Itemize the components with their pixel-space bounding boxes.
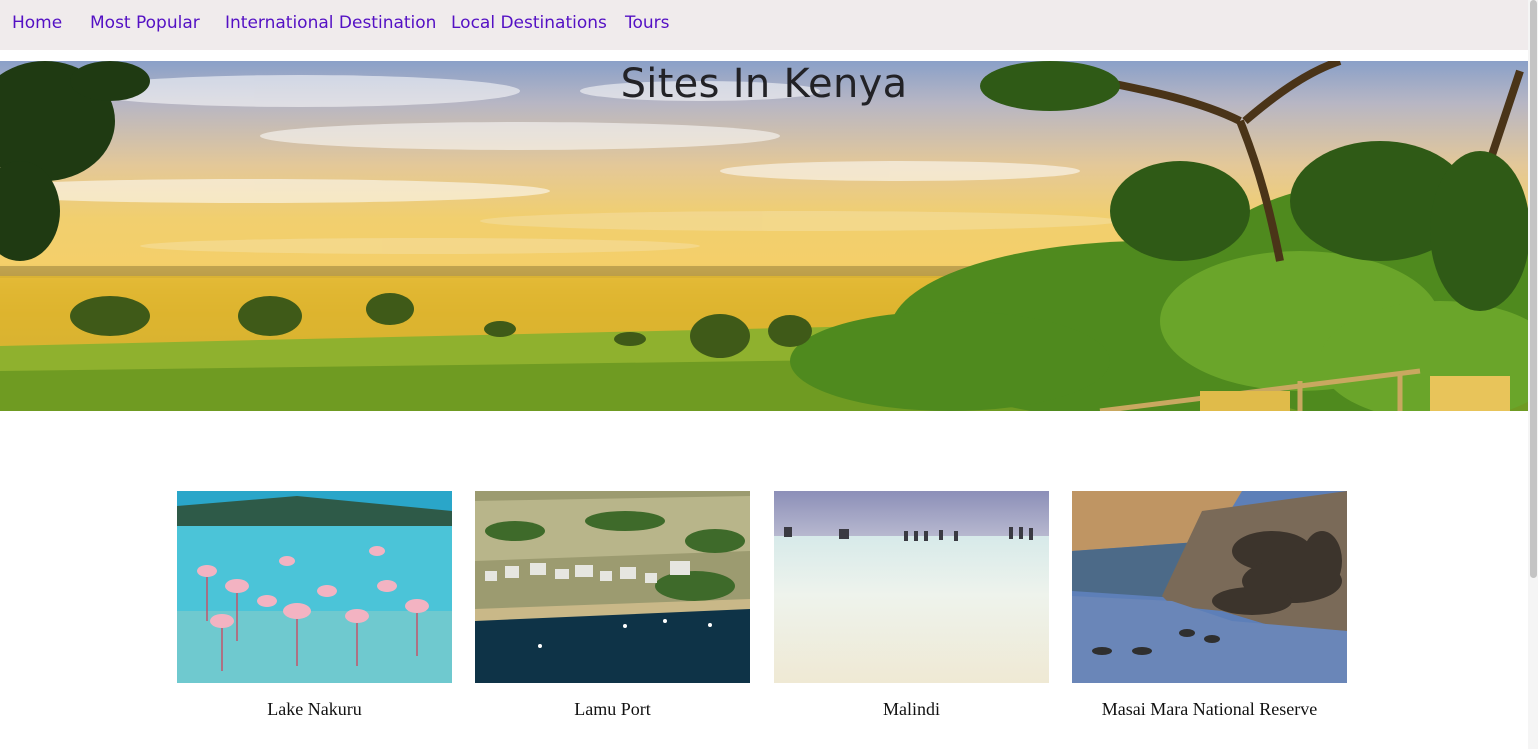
nav-local-destinations-link[interactable]: Local Destinations [451, 13, 607, 33]
nav-international-destination-link[interactable]: International Destination [225, 13, 436, 33]
top-navbar: Home Most Popular International Destinat… [0, 0, 1528, 50]
destination-card-masai-mara[interactable]: Masai Mara National Reserve [1072, 491, 1347, 720]
lake-nakuru-image[interactable] [177, 491, 452, 683]
destination-card-lamu-port[interactable]: Lamu Port [475, 491, 750, 720]
malindi-image[interactable] [774, 491, 1049, 683]
hero-title: Sites In Kenya [620, 61, 908, 107]
destination-card-lake-nakuru[interactable]: Lake Nakuru [177, 491, 452, 720]
masai-mara-image[interactable] [1072, 491, 1347, 683]
scrollbar-thumb[interactable] [1530, 0, 1537, 578]
lamu-port-image[interactable] [475, 491, 750, 683]
masai-mara-caption: Masai Mara National Reserve [1101, 699, 1318, 719]
nav-most-popular-link[interactable]: Most Popular [90, 13, 200, 33]
lamu-port-caption: Lamu Port [574, 699, 651, 719]
nav-home-link[interactable]: Home [12, 13, 62, 33]
hero-banner: Sites In Kenya [0, 61, 1528, 411]
nav-tours-link[interactable]: Tours [625, 13, 670, 33]
page-scrollbar[interactable] [1528, 0, 1538, 749]
savanna-landscape-image [0, 61, 1528, 411]
destination-card-malindi[interactable]: Malindi [774, 491, 1049, 720]
page: Home Most Popular International Destinat… [0, 0, 1528, 749]
lake-nakuru-caption: Lake Nakuru [267, 699, 362, 719]
malindi-caption: Malindi [883, 699, 940, 719]
